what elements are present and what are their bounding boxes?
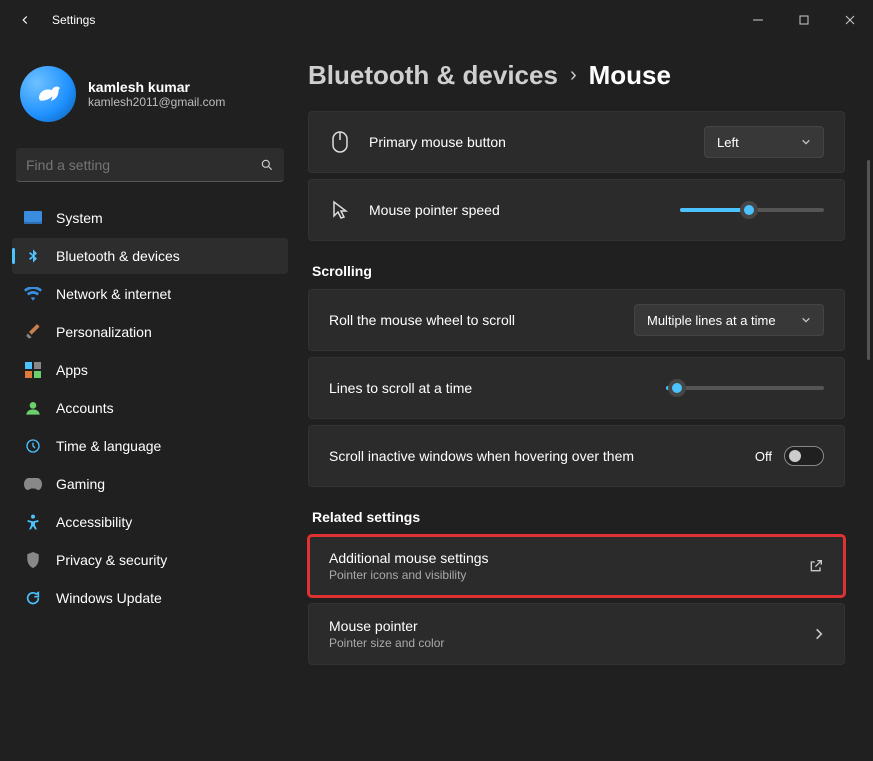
link-title: Additional mouse settings [329, 550, 808, 566]
chevron-right-icon: › [570, 64, 577, 87]
link-mouse-pointer[interactable]: Mouse pointer Pointer size and color [308, 603, 845, 665]
dropdown-value: Left [717, 135, 739, 150]
breadcrumb: Bluetooth & devices › Mouse [308, 60, 845, 91]
back-button[interactable] [10, 5, 40, 35]
section-related: Related settings [312, 509, 845, 525]
primary-button-dropdown[interactable]: Left [704, 126, 824, 158]
setting-lines-at-time: Lines to scroll at a time [308, 357, 845, 419]
nav-apps[interactable]: Apps [12, 352, 288, 388]
chevron-right-icon [814, 627, 824, 641]
breadcrumb-parent[interactable]: Bluetooth & devices [308, 60, 558, 91]
toggle-state-label: Off [755, 449, 772, 464]
wifi-icon [24, 285, 42, 303]
search-box[interactable] [16, 148, 284, 182]
window-title: Settings [52, 13, 95, 27]
minimize-button[interactable] [735, 0, 781, 40]
bluetooth-icon [24, 247, 42, 265]
profile-block[interactable]: kamlesh kumar kamlesh2011@gmail.com [12, 58, 288, 140]
wheel-scroll-dropdown[interactable]: Multiple lines at a time [634, 304, 824, 336]
display-icon [24, 209, 42, 227]
search-icon [260, 158, 274, 172]
nav-label: Time & language [56, 438, 161, 454]
pointer-speed-slider[interactable] [680, 200, 824, 220]
nav-bluetooth[interactable]: Bluetooth & devices [12, 238, 288, 274]
profile-name: kamlesh kumar [88, 79, 225, 95]
dropdown-value: Multiple lines at a time [647, 313, 776, 328]
profile-email: kamlesh2011@gmail.com [88, 95, 225, 109]
apps-icon [24, 361, 42, 379]
nav-label: Personalization [56, 324, 152, 340]
setting-label: Primary mouse button [369, 134, 506, 150]
setting-scroll-inactive: Scroll inactive windows when hovering ov… [308, 425, 845, 487]
person-icon [24, 399, 42, 417]
maximize-button[interactable] [781, 0, 827, 40]
cursor-icon [329, 200, 351, 220]
main-content: Bluetooth & devices › Mouse Primary mous… [300, 40, 873, 761]
lines-slider[interactable] [666, 378, 824, 398]
nav-accounts[interactable]: Accounts [12, 390, 288, 426]
scroll-inactive-toggle[interactable] [784, 446, 824, 466]
titlebar: Settings [0, 0, 873, 40]
nav-accessibility[interactable]: Accessibility [12, 504, 288, 540]
nav-label: System [56, 210, 103, 226]
gaming-icon [24, 475, 42, 493]
nav-label: Accessibility [56, 514, 132, 530]
section-scrolling: Scrolling [312, 263, 845, 279]
link-subtitle: Pointer size and color [329, 636, 814, 650]
nav-label: Apps [56, 362, 88, 378]
accessibility-icon [24, 513, 42, 531]
chevron-down-icon [801, 138, 811, 146]
scrollbar[interactable] [867, 160, 870, 360]
link-additional-mouse-settings[interactable]: Additional mouse settings Pointer icons … [308, 535, 845, 597]
search-input[interactable] [26, 157, 260, 173]
breadcrumb-current: Mouse [589, 60, 671, 91]
brush-icon [24, 323, 42, 341]
link-subtitle: Pointer icons and visibility [329, 568, 808, 582]
nav-network[interactable]: Network & internet [12, 276, 288, 312]
update-icon [24, 589, 42, 607]
nav-update[interactable]: Windows Update [12, 580, 288, 616]
chevron-down-icon [801, 316, 811, 324]
setting-label: Roll the mouse wheel to scroll [329, 312, 515, 328]
link-title: Mouse pointer [329, 618, 814, 634]
nav-label: Gaming [56, 476, 105, 492]
nav-label: Bluetooth & devices [56, 248, 180, 264]
setting-label: Lines to scroll at a time [329, 380, 472, 396]
setting-primary-button: Primary mouse button Left [308, 111, 845, 173]
setting-pointer-speed: Mouse pointer speed [308, 179, 845, 241]
sidebar: kamlesh kumar kamlesh2011@gmail.com Syst… [0, 40, 300, 761]
nav-system[interactable]: System [12, 200, 288, 236]
nav-time[interactable]: Time & language [12, 428, 288, 464]
nav-label: Privacy & security [56, 552, 167, 568]
nav-list: System Bluetooth & devices Network & int… [12, 200, 288, 616]
nav-privacy[interactable]: Privacy & security [12, 542, 288, 578]
setting-label: Scroll inactive windows when hovering ov… [329, 448, 634, 464]
setting-wheel-scroll: Roll the mouse wheel to scroll Multiple … [308, 289, 845, 351]
mouse-icon [329, 131, 351, 153]
avatar [20, 66, 76, 122]
nav-personalization[interactable]: Personalization [12, 314, 288, 350]
setting-label: Mouse pointer speed [369, 202, 500, 218]
shield-icon [24, 551, 42, 569]
nav-label: Accounts [56, 400, 114, 416]
close-button[interactable] [827, 0, 873, 40]
open-external-icon [808, 558, 824, 574]
nav-gaming[interactable]: Gaming [12, 466, 288, 502]
clock-icon [24, 437, 42, 455]
nav-label: Windows Update [56, 590, 162, 606]
nav-label: Network & internet [56, 286, 171, 302]
